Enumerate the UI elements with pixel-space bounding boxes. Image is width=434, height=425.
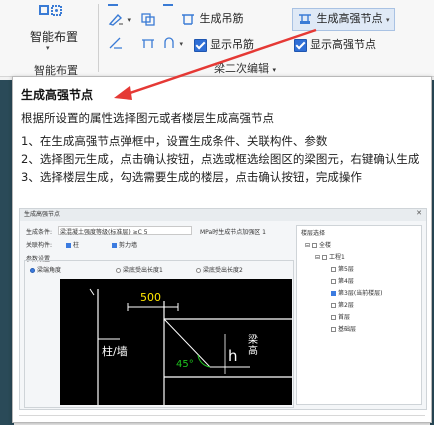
edit-tool-button[interactable]: ▾ xyxy=(108,12,131,27)
floor-tree: 楼层选择 ⊟ 全楼 ⊟ 工程1 第5层 第4层 第3层(当前楼层) 第2层 首层… xyxy=(296,225,422,405)
tooltip-panel: 生成高强节点 根据所设置的属性选择图元或者楼层生成高强节点 1、在生成高强节点弹… xyxy=(12,76,432,423)
beam-tool-row-top xyxy=(108,0,278,8)
column-option: 柱 xyxy=(66,240,79,249)
generate-hanger-button[interactable]: 生成吊筋 xyxy=(180,12,244,26)
show-hanger-checkbox[interactable]: 显示吊筋 xyxy=(194,38,254,52)
expand-icon[interactable]: ▾ xyxy=(273,66,277,74)
step-2: 2、选择图元生成，点击确认按钮，点选或框选绘图区的梁图元，右键确认生成 xyxy=(21,152,420,166)
tree-floor-foundation: 基础层 xyxy=(331,324,356,333)
show-strong-node-check[interactable] xyxy=(294,38,307,52)
tree-floor-1: 首层 xyxy=(331,312,350,321)
second-edit-group-label: 梁二次编辑 ▾ xyxy=(214,62,277,75)
arc-icon xyxy=(164,37,174,48)
tree-project: ⊟ 工程1 xyxy=(315,254,345,261)
tooltip-title: 生成高强节点 xyxy=(21,88,94,102)
radio-length2: 梁底受出长度2 xyxy=(196,265,243,274)
condition-label: 生成条件: xyxy=(26,229,53,236)
section-tool-button[interactable] xyxy=(140,36,156,50)
beam-height-label: 梁高 xyxy=(248,335,258,357)
wall-option: 剪力墙 xyxy=(112,240,137,249)
arc-tool-button[interactable]: ▾ xyxy=(162,36,183,51)
tooltip-steps: 1、在生成高强节点弹框中，设置生成条件、关联构件、参数 2、选择图元生成，点击确… xyxy=(21,132,425,186)
condition-value: 梁混凝土强度等级(标准层) ≥C 5 xyxy=(60,229,148,236)
floor-tree-header: 楼层选择 xyxy=(301,230,326,237)
mpa-label: MPa时生成节点加强区 1 xyxy=(200,229,266,236)
generate-hanger-label: 生成吊筋 xyxy=(199,12,244,25)
smart-layout-button[interactable]: 智能布置 ▾ xyxy=(30,2,79,52)
dialog-title: 生成高强节点 xyxy=(20,209,426,221)
ribbon-divider xyxy=(98,4,99,72)
radio-length1: 梁底受出长度1 xyxy=(116,265,163,274)
chevron-down-icon: ▾ xyxy=(386,16,390,24)
dropdown-arrow-icon[interactable]: ▾ xyxy=(46,44,50,52)
show-hanger-check[interactable] xyxy=(194,38,207,52)
dialog-preview: 生成高强节点 ✕ 生成条件: 梁混凝土强度等级(标准层) ≥C 5 MPa时生成… xyxy=(19,208,427,410)
generate-strong-node-button[interactable]: 生成高强节点 ▾ xyxy=(292,8,395,31)
show-strong-node-checkbox[interactable]: 显示高强节点 xyxy=(294,38,376,52)
smart-layout-label: 智能布置 xyxy=(30,30,79,44)
tooltip-divider xyxy=(19,415,425,416)
show-hanger-label: 显示吊筋 xyxy=(210,38,254,51)
radio-angle: 梁端角度 xyxy=(30,265,61,274)
generate-strong-node-label: 生成高强节点 xyxy=(316,12,383,25)
smart-layout-icon xyxy=(39,5,62,16)
angle-label: 45° xyxy=(176,359,194,370)
step-3: 3、选择楼层生成，勾选需要生成的楼层，点击确认按钮，完成操作 xyxy=(21,170,362,184)
ribbon-toolbar: 智能布置 ▾ 智能布置 ▾ 生成吊筋 生成高强节点 ▾ ▾ 显示吊筋 显示高强节… xyxy=(0,0,434,77)
tree-floor-5: 第5层 xyxy=(331,264,354,273)
tree-floor-4: 第4层 xyxy=(331,276,354,285)
hanger-icon xyxy=(182,14,194,25)
align-icon xyxy=(109,37,122,49)
column-wall-label: 柱/墙 xyxy=(102,345,128,358)
copy-tool-button[interactable] xyxy=(140,12,156,26)
show-strong-node-label: 显示高强节点 xyxy=(310,38,376,51)
tree-all: ⊟ 全楼 xyxy=(305,242,331,249)
close-icon: ✕ xyxy=(416,209,422,217)
step-1: 1、在生成高强节点弹框中，设置生成条件、关联构件、参数 xyxy=(21,134,328,148)
tree-floor-2: 第2层 xyxy=(331,300,354,309)
node-diagram: 500 柱/墙 45° h 梁高 xyxy=(60,279,292,405)
copy-icon xyxy=(141,13,155,26)
tree-floor-3: 第3层(当前楼层) xyxy=(331,288,383,297)
strong-node-icon xyxy=(299,14,311,24)
pen-icon xyxy=(108,13,123,26)
align-tool-button[interactable] xyxy=(108,36,124,50)
dim-500-label: 500 xyxy=(140,291,161,304)
tooltip-description: 根据所设置的属性选择图元或者楼层生成高强节点 xyxy=(21,111,274,125)
tool-icon[interactable] xyxy=(163,0,173,6)
related-label: 关联构件: xyxy=(26,242,53,249)
section-icon xyxy=(142,39,154,48)
tool-icon[interactable] xyxy=(108,0,118,6)
h-label: h xyxy=(228,347,238,365)
